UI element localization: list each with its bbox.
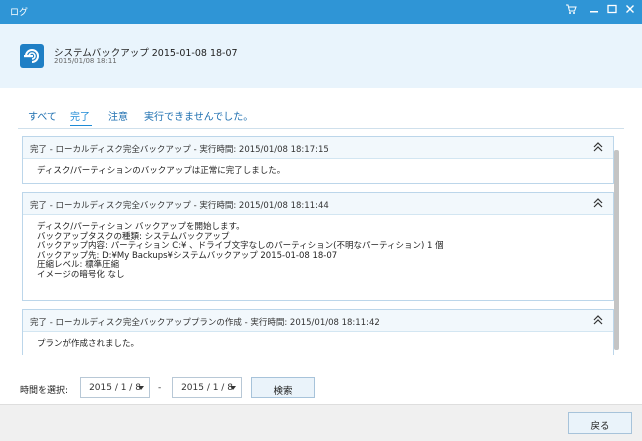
log-line: ディスク/パーティションのバックアップは正常に完了しました。 xyxy=(37,166,286,176)
time-filter-label: 時間を選択: xyxy=(20,386,69,396)
log-entry-title: 完了 - ローカルディスク完全バックアップ - 実行時間: 2015/01/08… xyxy=(30,201,329,211)
minimize-icon[interactable] xyxy=(586,3,602,19)
log-entry: 完了 - ローカルディスク完全バックアッププランの作成 - 実行時間: 2015… xyxy=(22,309,614,355)
log-entry-title: 完了 - ローカルディスク完全バックアップ - 実行時間: 2015/01/08… xyxy=(30,145,329,155)
active-tab-indicator xyxy=(70,125,92,126)
log-entry-title: 完了 - ローカルディスク完全バックアッププランの作成 - 実行時間: 2015… xyxy=(30,318,380,328)
date-to-select[interactable]: 2015 / 1 / 8 xyxy=(172,377,242,398)
cart-icon[interactable] xyxy=(563,3,579,19)
date-separator: - xyxy=(158,383,162,393)
tab-completed[interactable]: 完了 xyxy=(70,108,90,123)
tab-all[interactable]: すべて xyxy=(28,108,57,123)
dropdown-arrow-icon xyxy=(230,386,236,390)
log-line: バックアップ先: D:¥My Backups¥システムバックアップ 2015-0… xyxy=(37,250,338,261)
log-entry-body: ディスク/パーティション バックアップを開始します。 バックアップタスクの種類:… xyxy=(23,215,613,288)
search-button[interactable]: 検索 xyxy=(251,377,315,398)
tabs-divider xyxy=(18,128,624,129)
date-from-select[interactable]: 2015 / 1 / 8 xyxy=(80,377,150,398)
log-line: プランが作成されました。 xyxy=(37,339,140,349)
log-entry-header[interactable]: 完了 - ローカルディスク完全バックアッププランの作成 - 実行時間: 2015… xyxy=(23,310,613,332)
date-to-value: 2015 / 1 / 8 xyxy=(181,383,233,393)
scrollbar-thumb[interactable] xyxy=(614,150,619,350)
window-titlebar: ログ xyxy=(0,0,642,24)
back-button[interactable]: 戻る xyxy=(568,412,632,434)
dropdown-arrow-icon xyxy=(138,386,144,390)
log-list: 完了 - ローカルディスク完全バックアップ - 実行時間: 2015/01/08… xyxy=(18,130,624,355)
log-entry-header[interactable]: 完了 - ローカルディスク完全バックアップ - 実行時間: 2015/01/08… xyxy=(23,137,613,159)
log-entry-header[interactable]: 完了 - ローカルディスク完全バックアップ - 実行時間: 2015/01/08… xyxy=(23,193,613,215)
tab-failed[interactable]: 実行できませんでした。 xyxy=(144,108,253,123)
log-entry-body: プランが作成されました。 xyxy=(23,332,613,355)
log-entry-body: ディスク/パーティションのバックアップは正常に完了しました。 xyxy=(23,159,613,185)
date-from-value: 2015 / 1 / 8 xyxy=(89,383,141,393)
collapse-icon[interactable] xyxy=(592,314,604,326)
footer-bar: 戻る xyxy=(0,404,642,441)
tab-warning[interactable]: 注意 xyxy=(108,108,128,123)
backup-logo-icon xyxy=(20,44,44,68)
log-line: イメージの暗号化 なし xyxy=(37,269,125,280)
window-title: ログ xyxy=(10,8,29,18)
log-scrollbar[interactable] xyxy=(614,150,620,350)
task-date: 2015/01/08 18:11 xyxy=(54,57,117,65)
log-entry: 完了 - ローカルディスク完全バックアップ - 実行時間: 2015/01/08… xyxy=(22,192,614,301)
close-icon[interactable] xyxy=(622,3,638,19)
collapse-icon[interactable] xyxy=(592,141,604,153)
maximize-icon[interactable] xyxy=(604,3,620,19)
collapse-icon[interactable] xyxy=(592,197,604,209)
task-header: システムバックアップ 2015-01-08 18-07 2015/01/08 1… xyxy=(0,24,642,88)
log-entry: 完了 - ローカルディスク完全バックアップ - 実行時間: 2015/01/08… xyxy=(22,136,614,184)
